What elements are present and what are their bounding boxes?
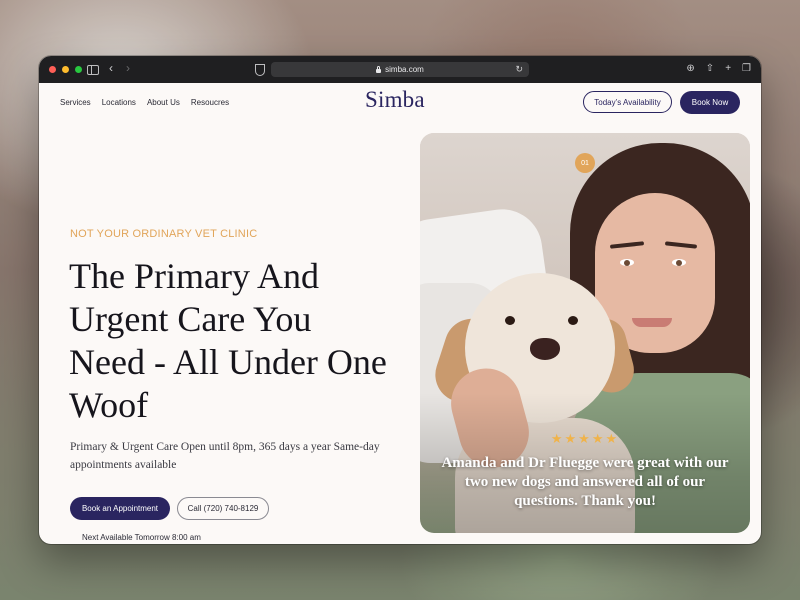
hero-photo-card: 01 ★★★★★ Amanda and Dr Fluegge were grea… <box>420 133 750 533</box>
woman-eye <box>672 259 686 266</box>
nav-link-services[interactable]: Services <box>60 98 91 107</box>
woman-eye <box>620 259 634 266</box>
next-available-text: Next Available Tomorrow 8:00 am <box>82 533 201 542</box>
sidebar-icon[interactable] <box>87 65 99 75</box>
reload-icon[interactable]: ↻ <box>515 64 523 75</box>
dog-nose <box>530 338 560 360</box>
forward-icon[interactable]: › <box>126 62 130 74</box>
dog-eye <box>505 316 515 325</box>
browser-toolbar: ‹ › simba.com ↻ ⊕ ⇧ + ❐ <box>39 56 761 83</box>
hero-eyebrow: NOT YOUR ORDINARY VET CLINIC <box>70 228 258 240</box>
tabs-icon[interactable]: ❐ <box>742 63 751 74</box>
shield-icon[interactable] <box>255 64 265 76</box>
site-logo[interactable]: Simba <box>365 87 425 113</box>
nav-link-about-us[interactable]: About Us <box>147 98 180 107</box>
back-icon[interactable]: ‹ <box>109 62 113 74</box>
share-icon[interactable]: ⇧ <box>706 63 714 74</box>
call-phone-button[interactable]: Call (720) 740-8129 <box>177 497 269 520</box>
window-controls <box>49 66 82 73</box>
woman-lips <box>632 318 672 327</box>
book-now-button[interactable]: Book Now <box>680 91 740 114</box>
zoom-window-button[interactable] <box>75 66 82 73</box>
nav-link-resources[interactable]: Resoucres <box>191 98 229 107</box>
browser-window: ‹ › simba.com ↻ ⊕ ⇧ + ❐ Services Locatio… <box>39 56 761 544</box>
dog-eye <box>568 316 578 325</box>
hero-headline: The Primary And Urgent Care You Need - A… <box>69 256 387 425</box>
nav-link-locations[interactable]: Locations <box>102 98 136 107</box>
minimize-window-button[interactable] <box>62 66 69 73</box>
rating-stars: ★★★★★ <box>550 431 620 446</box>
lock-icon <box>376 65 382 73</box>
main-navigation: Services Locations About Us Resoucres <box>60 98 229 107</box>
url-text: simba.com <box>385 65 424 74</box>
testimonial-quote: Amanda and Dr Fluegge were great with ou… <box>441 455 729 509</box>
new-tab-icon[interactable]: + <box>725 63 731 74</box>
todays-availability-button[interactable]: Today’s Availability <box>583 91 672 113</box>
address-bar[interactable]: simba.com ↻ <box>271 62 529 77</box>
book-appointment-button[interactable]: Book an Appointment <box>70 497 170 520</box>
hero-subtext: Primary & Urgent Care Open until 8pm, 36… <box>70 441 380 471</box>
close-window-button[interactable] <box>49 66 56 73</box>
toolbar-actions: ⊕ ⇧ + ❐ <box>686 63 751 74</box>
download-icon[interactable]: ⊕ <box>686 63 694 74</box>
slide-number-badge[interactable]: 01 <box>575 153 595 173</box>
